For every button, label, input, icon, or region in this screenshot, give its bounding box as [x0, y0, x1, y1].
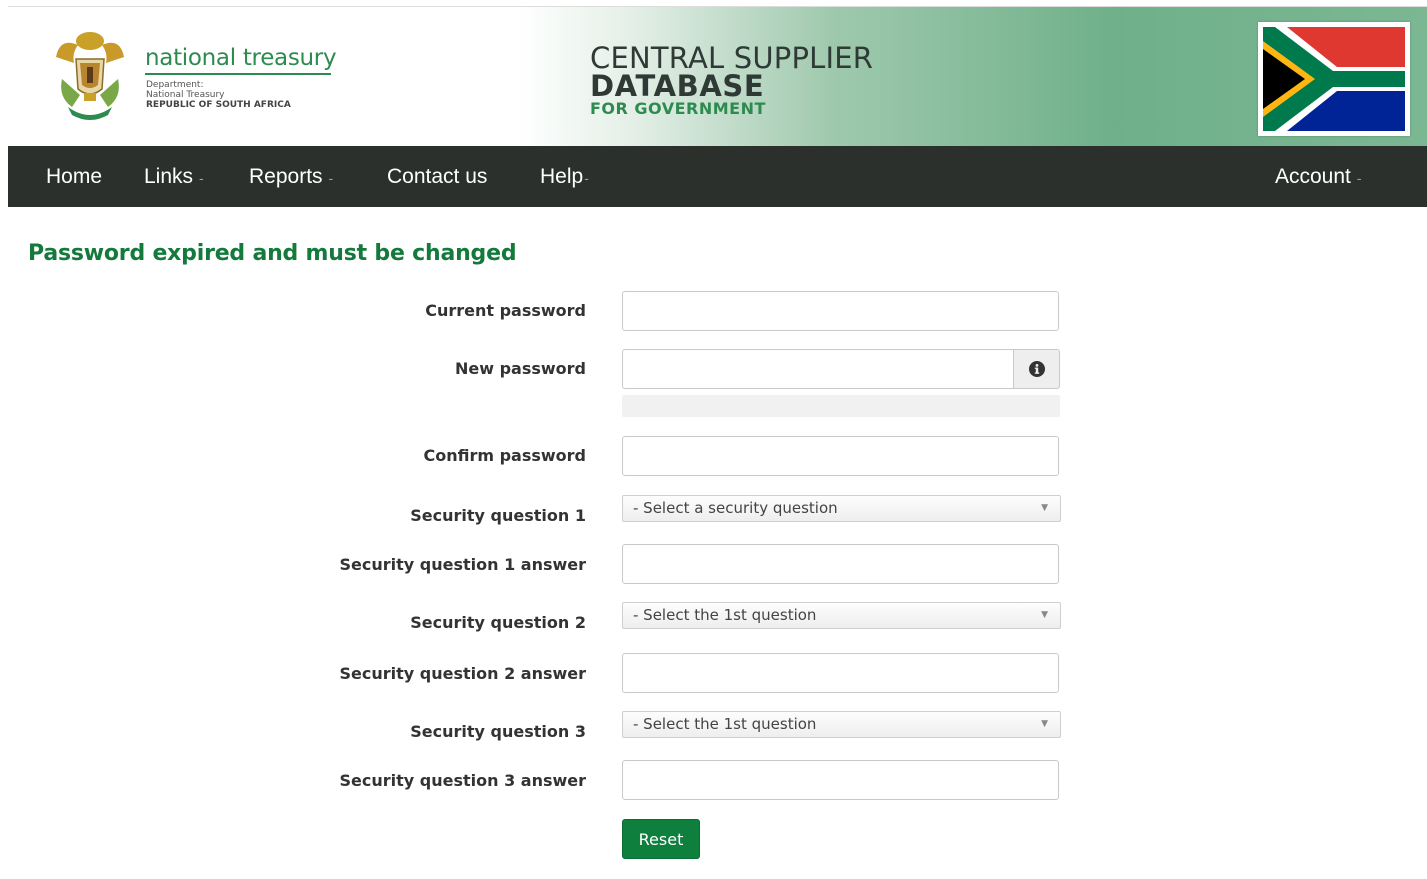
- dropdown-caret-icon: -: [1356, 170, 1362, 186]
- nav-reports[interactable]: Reports -: [249, 146, 333, 207]
- security-answer-2-field[interactable]: [622, 653, 1059, 693]
- select-arrow-icon: ▼: [1041, 503, 1048, 513]
- reset-button[interactable]: Reset: [622, 819, 700, 859]
- dept-line-1: Department:: [146, 80, 204, 90]
- security-answer-3-field[interactable]: [622, 760, 1059, 800]
- current-password-label: Current password: [425, 301, 586, 320]
- site-banner: national treasury Department: National T…: [8, 6, 1427, 146]
- dropdown-caret-icon: -: [199, 170, 204, 186]
- confirm-password-label: Confirm password: [423, 446, 586, 465]
- security-answer-1-label: Security question 1 answer: [339, 555, 586, 574]
- nav-contact-us-label: Contact us: [387, 165, 488, 188]
- flag-icon: [1263, 27, 1405, 131]
- nav-links-label: Links: [144, 165, 194, 188]
- nav-contact-us[interactable]: Contact us: [387, 146, 487, 207]
- dept-line-3: REPUBLIC OF SOUTH AFRICA: [146, 100, 291, 110]
- nav-account[interactable]: Account -: [1275, 146, 1362, 207]
- site-title: CENTRAL SUPPLIER DATABASE FOR GOVERNMENT: [590, 43, 873, 119]
- select-arrow-icon: ▼: [1041, 719, 1048, 729]
- security-question-1-select[interactable]: - Select a security question ▼: [622, 495, 1061, 522]
- coat-of-arms-logo: [56, 32, 124, 120]
- brand-underline: [145, 73, 331, 75]
- dropdown-caret-icon: -: [328, 170, 334, 186]
- page-title: Password expired and must be changed: [28, 241, 517, 266]
- new-password-label: New password: [454, 359, 586, 378]
- security-question-3-value: - Select the 1st question: [633, 715, 817, 733]
- department-text: Department: National Treasury REPUBLIC O…: [146, 80, 291, 110]
- security-answer-1-field[interactable]: [622, 544, 1059, 584]
- select-arrow-icon: ▼: [1041, 610, 1048, 620]
- site-title-line-2: DATABASE: [590, 69, 765, 103]
- confirm-password-field[interactable]: [622, 436, 1059, 476]
- main-navbar: Home Links - Reports - Contact us Help- Ac…: [8, 146, 1427, 207]
- brand-name: national treasury: [145, 45, 337, 71]
- nav-home-label: Home: [46, 165, 103, 188]
- nav-home[interactable]: Home: [46, 146, 102, 207]
- dept-line-2: National Treasury: [146, 90, 225, 100]
- page: national treasury Department: National T…: [0, 0, 1427, 879]
- new-password-field[interactable]: [622, 349, 1014, 389]
- new-password-group: [622, 349, 1060, 389]
- password-info-button[interactable]: [1013, 349, 1060, 389]
- security-question-1-value: - Select a security question: [633, 499, 838, 517]
- info-circle-icon: [1028, 361, 1045, 377]
- nav-help-label: Help: [540, 165, 584, 188]
- nav-reports-label: Reports: [249, 165, 323, 188]
- dropdown-caret-icon: -: [584, 170, 589, 186]
- security-question-2-select[interactable]: - Select the 1st question ▼: [622, 602, 1061, 629]
- security-question-3-label: Security question 3: [410, 722, 586, 741]
- nav-help[interactable]: Help-: [540, 146, 589, 207]
- security-question-3-select[interactable]: - Select the 1st question ▼: [622, 711, 1061, 738]
- south-africa-flag: [1258, 22, 1410, 136]
- security-question-2-label: Security question 2: [410, 613, 586, 632]
- current-password-field[interactable]: [622, 291, 1059, 331]
- security-answer-3-label: Security question 3 answer: [339, 771, 586, 790]
- security-question-2-value: - Select the 1st question: [633, 606, 817, 624]
- security-answer-2-label: Security question 2 answer: [339, 664, 586, 683]
- nav-account-label: Account: [1275, 165, 1351, 188]
- password-strength-bar: [622, 395, 1060, 417]
- security-question-1-label: Security question 1: [410, 506, 586, 525]
- site-title-line-3: FOR GOVERNMENT: [590, 99, 766, 118]
- nav-links[interactable]: Links -: [144, 146, 204, 207]
